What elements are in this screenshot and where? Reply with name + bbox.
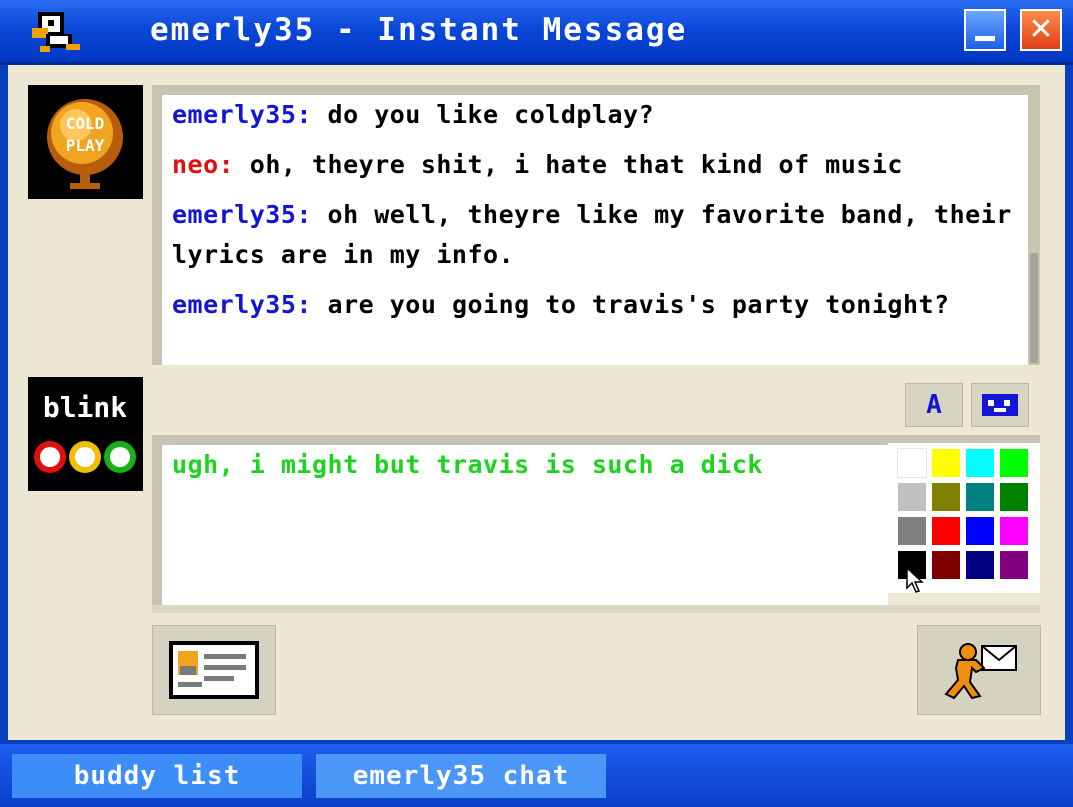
taskbar-tab-buddy-list[interactable]: buddy list [12, 754, 302, 798]
color-swatch[interactable] [898, 483, 926, 511]
message-input-text: ugh, i might but travis is such a dick [172, 450, 763, 479]
bold-text-button[interactable]: A [905, 383, 963, 427]
title-bar: emerly35 - Instant Message ✕ [0, 0, 1073, 65]
message: emerly35: are you going to travis's part… [172, 290, 950, 319]
color-swatch[interactable] [932, 449, 960, 477]
message: emerly35: do you like coldplay? [172, 100, 655, 129]
message-sender: neo [172, 150, 219, 179]
close-button[interactable]: ✕ [1020, 9, 1062, 51]
buddy-avatar: COLD PLAY [28, 85, 143, 199]
message: emerly35: oh well, theyre like my favori… [172, 200, 1012, 269]
duck-icon [32, 12, 80, 52]
view-profile-button[interactable] [152, 625, 276, 715]
close-icon: ✕ [1028, 12, 1054, 47]
color-swatch[interactable] [966, 449, 994, 477]
color-swatch[interactable] [1000, 483, 1028, 511]
window-title: emerly35 - Instant Message [150, 12, 688, 48]
self-avatar-label: blink [43, 391, 127, 424]
minimize-button[interactable] [964, 9, 1006, 51]
chat-window: COLD PLAY emerly35: do you like coldplay… [8, 65, 1065, 740]
message-text: oh, theyre shit, i hate that kind of mus… [249, 150, 903, 179]
buddy-avatar-line-1: COLD [66, 114, 105, 133]
color-swatch[interactable] [966, 483, 994, 511]
color-swatch[interactable] [1000, 517, 1028, 545]
color-swatch[interactable] [1000, 551, 1028, 579]
profile-card-icon [169, 641, 259, 699]
font-button[interactable] [971, 383, 1029, 427]
message-input[interactable]: ugh, i might but travis is such a dick [162, 445, 888, 605]
message-sender: emerly35 [172, 100, 297, 129]
message-sender: emerly35 [172, 200, 297, 229]
message: neo: oh, theyre shit, i hate that kind o… [172, 150, 903, 179]
message-text: are you going to travis's party tonight? [327, 290, 950, 319]
color-swatch[interactable] [932, 517, 960, 545]
conversation-frame: emerly35: do you like coldplay? neo: oh,… [152, 85, 1040, 365]
self-avatar: blink [28, 377, 143, 491]
mouse-cursor-icon [906, 567, 924, 593]
input-divider [152, 605, 1040, 613]
buddy-avatar-line-2: PLAY [66, 136, 105, 155]
send-runner-icon [944, 643, 1017, 700]
color-swatch[interactable] [932, 483, 960, 511]
message-input-frame: ugh, i might but travis is such a dick [152, 435, 888, 605]
conversation-log[interactable]: emerly35: do you like coldplay? neo: oh,… [162, 95, 1028, 365]
message-sender: emerly35 [172, 290, 297, 319]
conversation-scrollbar[interactable] [1030, 253, 1038, 363]
color-swatch[interactable] [932, 551, 960, 579]
font-face-icon [982, 394, 1018, 416]
taskbar-tab-chat[interactable]: emerly35 chat [316, 754, 606, 798]
color-swatch[interactable] [898, 517, 926, 545]
color-swatch[interactable] [897, 448, 927, 478]
color-swatch[interactable] [1000, 449, 1028, 477]
message-text: do you like coldplay? [327, 100, 655, 129]
color-swatch[interactable] [966, 551, 994, 579]
color-swatch[interactable] [966, 517, 994, 545]
taskbar: buddy list emerly35 chat [0, 744, 1073, 807]
send-button[interactable] [917, 625, 1041, 715]
